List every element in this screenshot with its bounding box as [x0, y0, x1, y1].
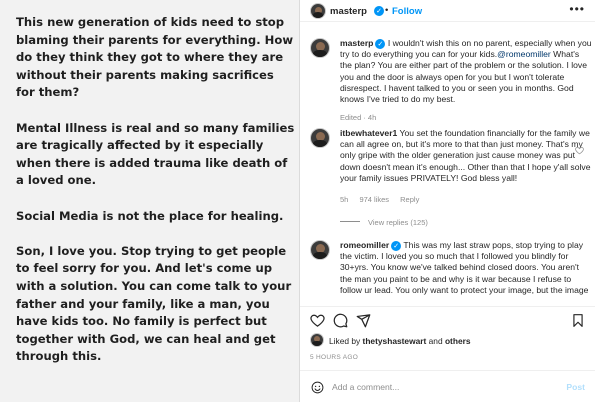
post-paragraph: Social Media is not the place for healin…: [16, 208, 284, 223]
follow-button[interactable]: Follow: [392, 6, 422, 17]
view-replies-button[interactable]: View replies (125): [340, 218, 428, 227]
comments-panel: masterp ✓ • Follow ••• masterp ✓ I wouldn…: [300, 0, 595, 402]
post-image-text: This new generation of kids need to stop…: [16, 14, 296, 383]
verified-badge-icon: ✓: [374, 6, 384, 16]
comment-meta: Edited · 4h: [340, 113, 385, 122]
emoji-icon[interactable]: [311, 381, 324, 394]
post-image: This new generation of kids need to stop…: [0, 0, 300, 402]
liker-username[interactable]: thetyshastewart: [363, 336, 427, 346]
comment-item: romeomiller ✓ This was my last straw pops…: [310, 240, 590, 295]
comment-edited-time: Edited · 4h: [340, 113, 377, 122]
comments-list[interactable]: masterp ✓ I wouldn't wish this on no pare…: [300, 30, 595, 295]
action-bar: [300, 306, 595, 328]
avatar[interactable]: [310, 128, 330, 148]
comment-likes[interactable]: 974 likes: [359, 195, 389, 204]
bookmark-icon[interactable]: [571, 313, 585, 328]
reply-button[interactable]: Reply: [400, 195, 419, 204]
mention-link[interactable]: @romeomiller: [497, 49, 551, 59]
share-icon[interactable]: [356, 313, 371, 328]
comment-text: itbewhatever1 You set the foundation fin…: [340, 128, 592, 184]
like-comment-icon[interactable]: [575, 146, 584, 155]
avatar[interactable]: [310, 3, 326, 19]
caption-comment: masterp ✓ I wouldn't wish this on no pare…: [310, 38, 592, 128]
comment-meta: 5h 974 likes Reply: [340, 195, 428, 204]
verified-badge-icon: ✓: [375, 39, 386, 49]
likes-text: Liked by thetyshastewart and others: [329, 336, 471, 346]
comment-text: masterp ✓ I wouldn't wish this on no pare…: [340, 38, 592, 105]
comment-icon[interactable]: [333, 313, 348, 328]
post-paragraph: This new generation of kids need to stop…: [16, 15, 294, 100]
comment-username[interactable]: masterp: [340, 38, 373, 48]
comment-username[interactable]: itbewhatever1: [340, 128, 397, 138]
comment-item: itbewhatever1 You set the foundation fin…: [310, 128, 590, 228]
likes-prefix: Liked by: [329, 336, 363, 346]
post-timestamp: 5 HOURS AGO: [310, 354, 359, 361]
post-paragraph: Son, I love you. Stop trying to get peop…: [16, 243, 292, 364]
view-replies-label[interactable]: View replies (125): [368, 218, 428, 227]
post-paragraph: Mental Illness is real and so many famil…: [16, 120, 295, 188]
avatar[interactable]: [310, 333, 324, 347]
comment-username[interactable]: romeomiller: [340, 240, 389, 250]
likes-others-link[interactable]: others: [445, 336, 471, 346]
avatar[interactable]: [310, 240, 330, 260]
post-comment-button[interactable]: Post: [566, 382, 585, 392]
comment-text: romeomiller ✓ This was my last straw pops…: [340, 240, 592, 295]
add-comment-bar: Post: [300, 370, 595, 402]
comment-input[interactable]: [332, 380, 552, 394]
likes-middle: and: [426, 336, 445, 346]
more-options-icon[interactable]: •••: [569, 2, 585, 16]
header-username[interactable]: masterp: [330, 6, 367, 17]
post-header: masterp ✓ • Follow •••: [300, 0, 595, 22]
heart-icon[interactable]: [310, 313, 325, 328]
avatar[interactable]: [310, 38, 330, 58]
comment-time: 5h: [340, 195, 349, 204]
verified-badge-icon: ✓: [391, 241, 402, 251]
separator-dot: •: [385, 5, 389, 16]
replies-divider: [340, 221, 360, 222]
